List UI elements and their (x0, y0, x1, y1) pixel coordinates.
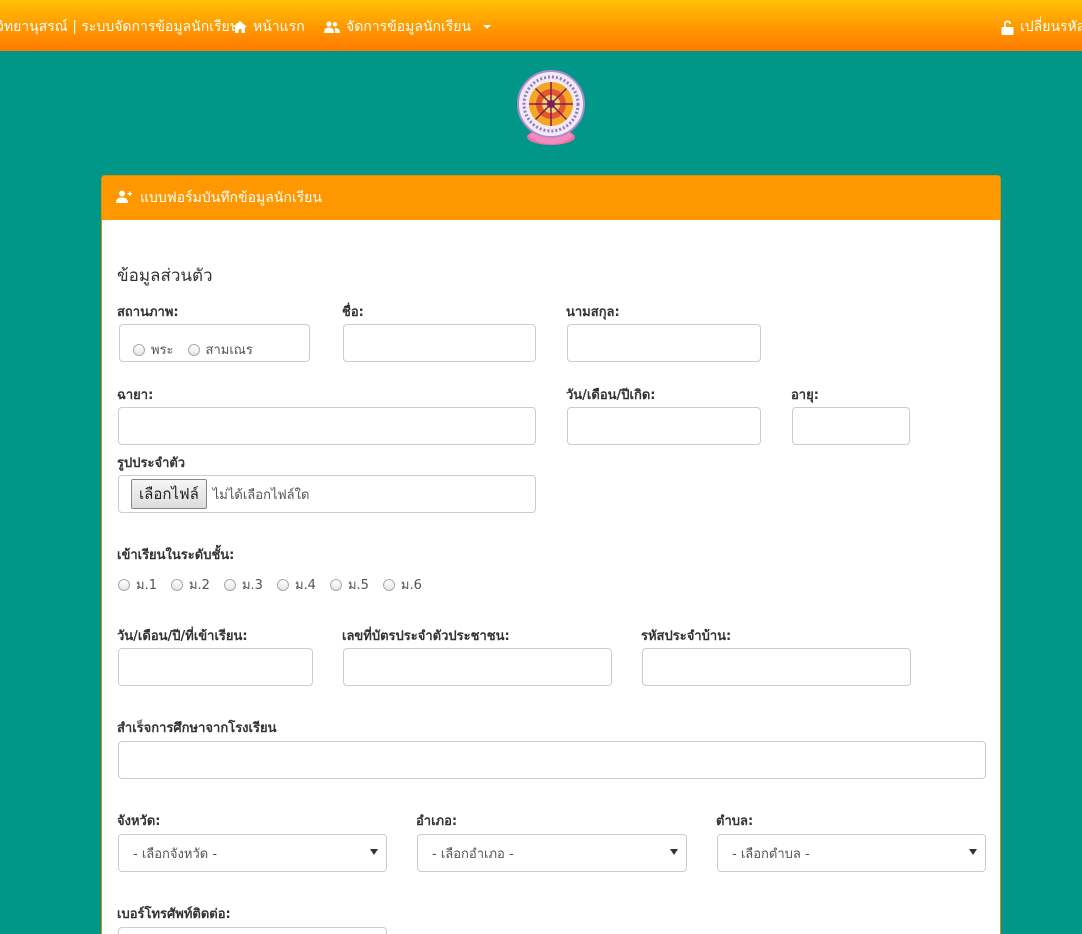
grade-option-1[interactable]: ม.1 (118, 574, 157, 595)
grade-option-label: ม.6 (400, 578, 422, 593)
panel-heading: แบบฟอร์มบันทึกข้อมูลนักเรียน (102, 176, 1000, 220)
firstname-input[interactable] (343, 324, 536, 362)
alias-label: ฉายา: (117, 388, 154, 403)
status-option-novice[interactable]: สามเณร (187, 339, 253, 360)
nav-home-label: หน้าแรก (253, 19, 305, 35)
lastname-input[interactable] (567, 324, 761, 362)
province-select[interactable]: - เลือกจังหวัด - (118, 834, 387, 872)
file-status: ไม่ได้เลือกไฟล์ใด (212, 487, 310, 503)
entry-date-label: วัน/เดือน/ปี/ที่เข้าเรียน: (117, 629, 248, 644)
top-navbar: วิทยานุสรณ์ | ระบบจัดการข้อมูลนักเรียน ห… (0, 0, 1082, 51)
status-option-monk[interactable]: พระ (133, 339, 174, 360)
house-code-label: รหัสประจำบ้าน: (641, 629, 732, 644)
dropdown-arrow-icon (969, 849, 977, 855)
status-label: สถานภาพ: (117, 305, 179, 320)
graduated-input[interactable] (118, 741, 986, 779)
unlock-icon (1001, 20, 1014, 35)
grade-option-5[interactable]: ม.5 (329, 574, 369, 595)
phone-label: เบอร์โทรศัพท์ติดต่อ: (117, 907, 231, 922)
province-select-value: - เลือกจังหวัด - (133, 846, 218, 862)
status-option-label: พระ (151, 343, 174, 358)
radio-button[interactable] (382, 578, 395, 591)
grade-option-4[interactable]: ม.4 (276, 574, 316, 595)
phone-input[interactable] (118, 927, 387, 934)
subdistrict-select-value: - เลือกตำบล - (732, 846, 810, 862)
grade-option-label: ม.5 (347, 578, 369, 593)
home-icon (233, 21, 247, 33)
birthdate-label: วัน/เดือน/ปีเกิด: (566, 388, 656, 403)
radio-button[interactable] (118, 578, 130, 591)
nav-manage-students-label: จัดการข้อมูลนักเรียน (346, 19, 472, 35)
entry-date-input[interactable] (118, 648, 313, 686)
grade-option-2[interactable]: ม.2 (170, 574, 210, 595)
age-label: อายุ: (791, 388, 819, 403)
grade-option-label: ม.2 (188, 578, 210, 593)
student-form-panel: แบบฟอร์มบันทึกข้อมูลนักเรียน ข้อมูลส่วนต… (101, 175, 1001, 934)
panel-title: แบบฟอร์มบันทึกข้อมูลนักเรียน (140, 190, 322, 206)
district-label: อำเภอ: (416, 814, 458, 829)
radio-button[interactable] (223, 578, 236, 591)
users-icon (324, 21, 340, 33)
dropdown-arrow-icon (670, 849, 678, 855)
grade-option-label: ม.3 (241, 578, 263, 593)
district-select[interactable]: - เลือกอำเภอ - (417, 834, 687, 872)
graduated-label: สำเร็จการศึกษาจากโรงเรียน (117, 721, 277, 736)
photo-file-input[interactable]: เลือกไฟล์ ไม่ได้เลือกไฟล์ใด (118, 475, 536, 513)
radio-button[interactable] (329, 578, 342, 591)
grade-option-label: ม.1 (136, 578, 157, 593)
add-user-icon (116, 190, 132, 207)
status-option-label: สามเณร (205, 343, 253, 358)
nav-change-password[interactable]: เปลี่ยนรหัสผ (1001, 16, 1082, 38)
grade-option-6[interactable]: ม.6 (382, 574, 422, 595)
grade-option-3[interactable]: ม.3 (223, 574, 263, 595)
grade-option-label: ม.4 (294, 578, 316, 593)
choose-file-button[interactable]: เลือกไฟล์ (131, 479, 207, 509)
id-card-label: เลขที่บัตรประจำตัวประชาชน: (342, 629, 510, 644)
province-label: จังหวัด: (117, 814, 161, 829)
district-select-value: - เลือกอำเภอ - (432, 846, 514, 862)
radio-button[interactable] (133, 343, 145, 356)
lastname-label: นามสกุล: (566, 305, 620, 320)
subdistrict-label: ตำบล: (716, 814, 754, 829)
birthdate-input[interactable] (567, 407, 761, 445)
nav-change-password-label: เปลี่ยนรหัสผ (1020, 19, 1082, 35)
grade-label: เข้าเรียนในระดับชั้น: (117, 548, 235, 563)
status-radio-group: พระ สามเณร (133, 339, 267, 360)
grade-radio-group: ม.1 ม.2 ม.3 ม.4 ม.5 ม.6 (118, 574, 436, 595)
photo-label: รูปประจำตัว (117, 456, 186, 471)
radio-button[interactable] (276, 578, 289, 591)
radio-button[interactable] (187, 343, 200, 356)
nav-home[interactable]: หน้าแรก (233, 16, 305, 38)
chevron-down-icon (483, 25, 492, 29)
alias-input[interactable] (118, 407, 536, 445)
app-brand[interactable]: วิทยานุสรณ์ | ระบบจัดการข้อมูลนักเรียน (0, 16, 239, 38)
id-card-input[interactable] (343, 648, 612, 686)
house-code-input[interactable] (642, 648, 911, 686)
subdistrict-select[interactable]: - เลือกตำบล - (717, 834, 986, 872)
dropdown-arrow-icon (370, 849, 378, 855)
age-input[interactable] (792, 407, 910, 445)
nav-manage-students[interactable]: จัดการข้อมูลนักเรียน (324, 16, 492, 38)
firstname-label: ชื่อ: (342, 305, 364, 320)
school-logo (515, 70, 587, 148)
radio-button[interactable] (170, 578, 183, 591)
section-title-personal: ข้อมูลส่วนตัว (117, 266, 213, 286)
